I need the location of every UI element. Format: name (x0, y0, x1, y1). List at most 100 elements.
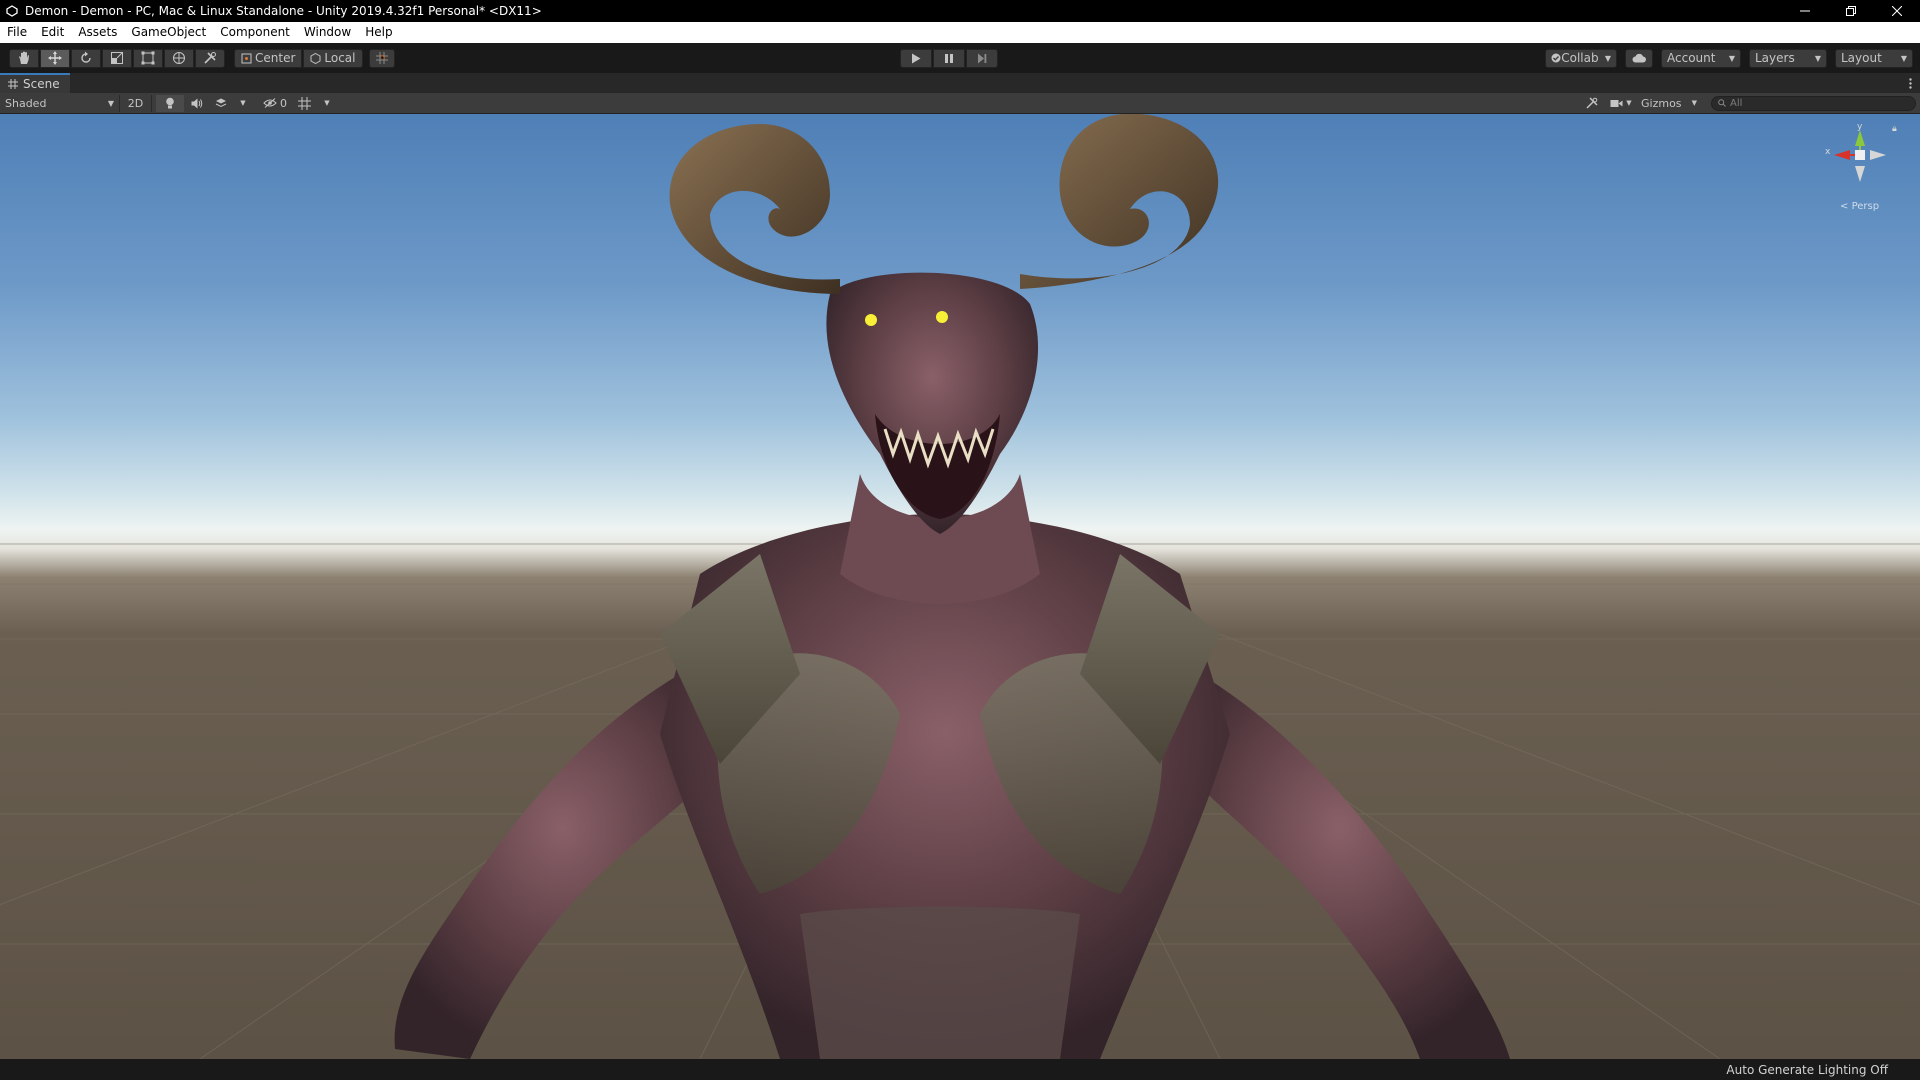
demon-left-eye (865, 314, 877, 326)
chevron-down-icon: ▼ (107, 98, 114, 108)
rotate-tool-button[interactable] (71, 48, 101, 68)
pause-icon (945, 53, 954, 63)
camera-icon (1610, 99, 1623, 107)
menu-component[interactable]: Component (213, 22, 297, 43)
grid-icon (297, 96, 311, 110)
layers-stack-icon (215, 98, 227, 108)
chevron-down-icon: ▼ (1728, 53, 1735, 63)
layers-dropdown[interactable]: Layers ▼ (1749, 48, 1827, 68)
scene-render (0, 114, 1920, 1059)
tab-scene-label: Scene (23, 77, 60, 91)
menu-assets[interactable]: Assets (71, 22, 124, 43)
tools-icon (204, 52, 216, 64)
demon-model (394, 114, 1510, 1059)
toggle-2d-label: 2D (127, 96, 144, 110)
restore-icon[interactable] (1828, 0, 1874, 22)
menu-file[interactable]: File (0, 22, 34, 43)
lighting-status-text[interactable]: Auto Generate Lighting Off (1726, 1063, 1888, 1077)
unity-logo-icon (5, 4, 19, 18)
scene-effects-button[interactable] (210, 95, 232, 112)
window-titlebar: Demon - Demon - PC, Mac & Linux Standalo… (0, 0, 1920, 22)
gizmos-label: Gizmos (1641, 96, 1682, 110)
playmode-controls (395, 48, 1546, 68)
scene-view-toolbar: Shaded ▼ 2D ▼ 0 ▼ ▼ Gizmos ▼ All (0, 93, 1920, 114)
grid-snap-button[interactable] (368, 48, 395, 68)
transform-tools (9, 48, 226, 68)
gizmo-y-label: y (1857, 122, 1863, 132)
account-dropdown[interactable]: Account ▼ (1661, 48, 1741, 68)
chevron-down-icon: ▼ (1604, 53, 1611, 63)
layout-dropdown[interactable]: Layout ▼ (1835, 48, 1913, 68)
play-icon (912, 53, 921, 63)
grid-dropdown-caret[interactable]: ▼ (316, 95, 338, 112)
chevron-down-icon: ▼ (1900, 53, 1907, 63)
gizmos-dropdown[interactable]: Gizmos ▼ (1637, 95, 1701, 112)
close-icon[interactable] (1874, 0, 1920, 22)
cloud-services-button[interactable] (1625, 48, 1653, 68)
chevron-down-icon: ▼ (1691, 99, 1697, 107)
hidden-objects-count: 0 (280, 96, 287, 110)
menu-edit[interactable]: Edit (34, 22, 71, 43)
window-title: Demon - Demon - PC, Mac & Linux Standalo… (25, 4, 542, 18)
main-toolbar: Center Local Collab ▼ Account ▼ Layers ▼… (0, 43, 1920, 73)
status-bar: Auto Generate Lighting Off (0, 1059, 1920, 1080)
account-label: Account (1667, 51, 1716, 65)
transform-icon (173, 52, 185, 64)
effects-dropdown-caret[interactable]: ▼ (232, 95, 254, 112)
lightbulb-icon (166, 97, 174, 109)
chevron-down-icon: ▼ (1814, 53, 1821, 63)
speaker-icon (191, 98, 203, 108)
grid-hash-icon (8, 79, 18, 89)
scene-tools-button[interactable] (1579, 95, 1605, 112)
menu-bar: File Edit Assets GameObject Component Wi… (0, 22, 1920, 43)
check-circle-icon (1551, 53, 1561, 63)
scene-viewport[interactable]: y x 🔒︎ < Persp (0, 114, 1920, 1059)
search-icon (1718, 99, 1726, 107)
pause-button[interactable] (933, 48, 966, 68)
draw-mode-label: Shaded (5, 96, 47, 110)
rotate-icon (81, 51, 91, 63)
scene-lighting-button[interactable] (156, 94, 184, 112)
layout-label: Layout (1841, 51, 1882, 65)
layers-label: Layers (1755, 51, 1795, 65)
pivot-mode-button[interactable]: Center (234, 48, 303, 68)
step-icon (978, 53, 987, 63)
hand-tool-button[interactable] (9, 48, 39, 68)
scale-tool-button[interactable] (102, 48, 132, 68)
pivot-rotation-button[interactable]: Local (303, 48, 363, 68)
transform-tool-button[interactable] (164, 48, 194, 68)
minimize-icon[interactable] (1782, 0, 1828, 22)
pivot-mode-label: Center (255, 51, 296, 65)
move-tool-button[interactable] (40, 48, 70, 68)
play-button[interactable] (900, 48, 933, 68)
menu-help[interactable]: Help (358, 22, 399, 43)
step-button[interactable] (966, 48, 999, 68)
draw-mode-dropdown[interactable]: Shaded ▼ (0, 94, 120, 112)
collab-dropdown[interactable]: Collab ▼ (1545, 48, 1617, 68)
custom-tool-button[interactable] (195, 48, 225, 68)
rect-tool-button[interactable] (133, 48, 163, 68)
move-arrows-icon (48, 51, 62, 65)
menu-window[interactable]: Window (297, 22, 358, 43)
scene-visibility-button[interactable]: 0 (258, 95, 292, 112)
scene-search-placeholder: All (1730, 97, 1743, 109)
gizmo-x-label: x (1825, 147, 1831, 157)
menu-gameobject[interactable]: GameObject (124, 22, 213, 43)
scene-camera-dropdown[interactable]: ▼ (1605, 95, 1637, 112)
more-options-icon[interactable] (1900, 77, 1920, 89)
pivot-rotation-label: Local (324, 51, 356, 65)
projection-mode-toggle[interactable]: < Persp (1840, 201, 1879, 212)
orientation-gizmo[interactable]: y x 🔒︎ < Persp (1820, 122, 1900, 212)
scene-search-input[interactable]: All (1711, 95, 1916, 111)
grid-visibility-button[interactable] (292, 95, 316, 112)
scene-tab-bar: Scene (0, 73, 1920, 93)
projection-label: Persp (1851, 201, 1880, 212)
scene-audio-button[interactable] (184, 95, 210, 112)
tab-scene[interactable]: Scene (0, 73, 70, 93)
lock-icon[interactable]: 🔒︎ (1892, 124, 1897, 134)
cloud-icon (1632, 53, 1646, 63)
axis-gizmo-icon (1834, 130, 1886, 182)
collab-label: Collab (1561, 51, 1599, 65)
toggle-2d-button[interactable]: 2D (120, 94, 152, 112)
hand-icon (19, 51, 29, 64)
